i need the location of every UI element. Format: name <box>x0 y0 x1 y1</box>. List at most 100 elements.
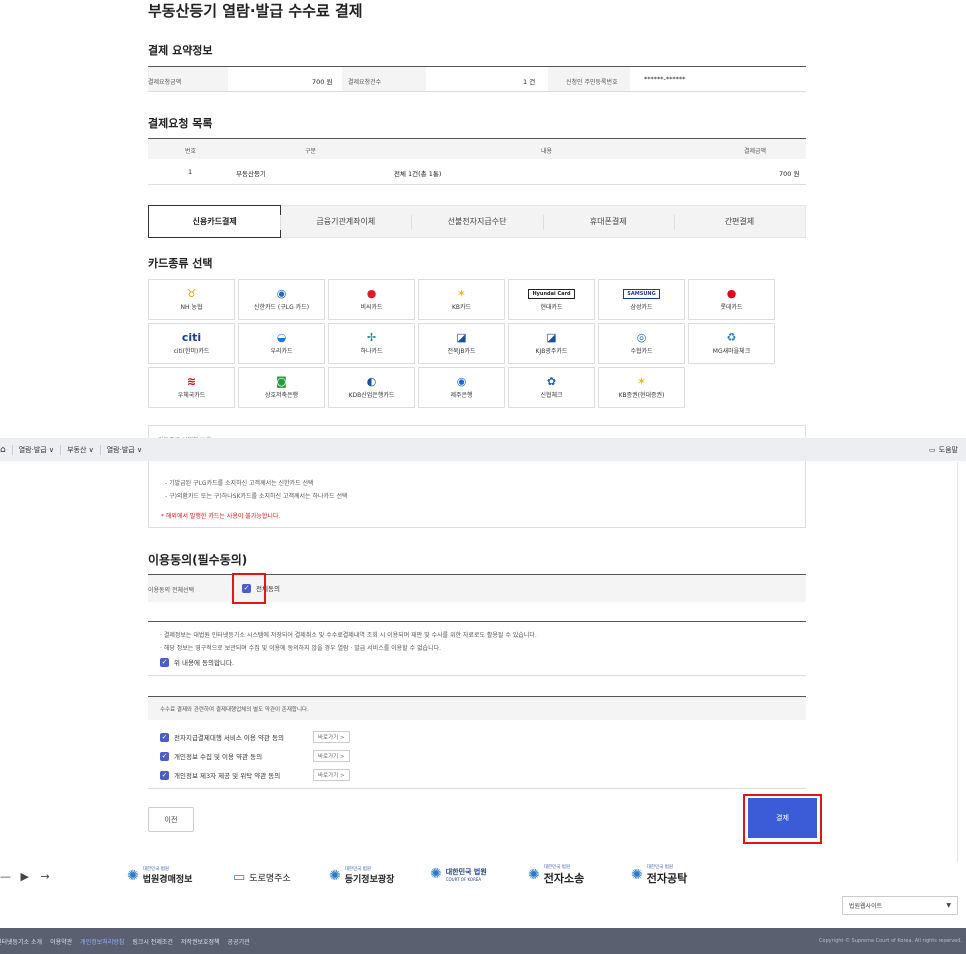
shinhan-icon: ◉ <box>276 287 287 300</box>
summary-count-label: 결제요청건수 <box>348 79 382 86</box>
col-amount: 결제금액 <box>744 148 767 155</box>
samsung-icon: SAMSUNG <box>623 288 660 299</box>
tab-bank-transfer[interactable]: 금융기관계좌이체 <box>280 206 411 237</box>
card-option[interactable]: ✶ KB카드 <box>418 279 505 320</box>
card-label: KB증권(현대증권) <box>618 392 665 399</box>
card-option[interactable]: Hyundai Card 현대카드 <box>508 279 595 320</box>
card-option[interactable]: ◙ 상호저축은행 <box>238 367 325 408</box>
card-label: 현대카드 <box>540 303 563 311</box>
breadcrumb-real-estate[interactable]: 부동산 ∨ <box>60 444 100 455</box>
breadcrumb-view-issue[interactable]: 열람·발급 ∨ <box>11 444 60 455</box>
tab-prepaid[interactable]: 선불전자지급수단 <box>411 206 542 237</box>
prev-button[interactable]: 이전 <box>148 807 194 832</box>
card-label: KDB산업은행카드 <box>348 392 395 399</box>
jb-icon: ◪ <box>456 331 467 344</box>
request-list-title: 결제요청 목록 <box>148 117 213 130</box>
footer-link-terms[interactable]: 이용약관 <box>50 937 72 946</box>
card-option[interactable]: ♉ NH 농협 <box>148 279 235 320</box>
citi-icon: citi <box>181 331 202 344</box>
term-3-goto-button[interactable]: 바로가기 > <box>313 769 350 781</box>
logo-e-deposit[interactable]: ✺ 대한민국 법원 전자공탁 <box>631 864 687 886</box>
card-option[interactable]: ✢ 하나카드 <box>328 323 415 364</box>
logo-e-litigation[interactable]: ✺ 대한민국 법원 전자소송 <box>528 864 584 886</box>
hyundai-icon: Hyundai Card <box>528 288 575 299</box>
pay-button[interactable]: 결제 <box>748 798 817 838</box>
term-3-row: ✓ 개인정보 제3자 제공 및 위탁 약관 동의 바로가기 > <box>160 769 350 781</box>
term-2-label: 개인정보 수집 및 이용 약관 동의 <box>174 753 263 761</box>
consent-all-label: 이용동의 전체선택 <box>148 587 195 594</box>
court-emblem-icon: ✺ <box>127 867 139 884</box>
tab-easy-pay[interactable]: 간편결제 <box>673 206 805 237</box>
court-site-select[interactable]: 법원웹사이트 ▼ <box>842 896 958 915</box>
card-option[interactable]: ◒ 우리카드 <box>238 323 325 364</box>
minus-icon[interactable]: — <box>0 870 11 883</box>
agree-checkbox[interactable]: ✓ 위 내용에 동의합니다. <box>160 657 234 667</box>
suhyup-icon: ◎ <box>636 331 647 344</box>
card-option[interactable]: ≋ 우체국카드 <box>148 367 235 408</box>
card-option[interactable]: ◪ 전북JB카드 <box>418 323 505 364</box>
footer-link-privacy[interactable]: 개인정보처리방침 <box>80 937 124 946</box>
card-option[interactable]: ✶ KB증권(현대증권) <box>598 367 685 408</box>
term-1-goto-button[interactable]: 바로가기 > <box>313 731 350 743</box>
consent-info-divider <box>148 621 806 622</box>
card-label: NH 농협 <box>180 304 203 311</box>
savings-icon: ◙ <box>276 375 287 388</box>
help-button[interactable]: ▭ 도움말 <box>929 445 966 455</box>
col-content: 내용 <box>541 148 553 155</box>
footer-link-link-policy[interactable]: 링크시 전제조건 <box>132 937 173 946</box>
kbsec-icon: ✶ <box>636 375 647 388</box>
logo-auction[interactable]: ✺ 대한민국 법원 법원경매정보 <box>127 866 192 885</box>
summary-id-label: 신청인 주민등록번호 <box>566 79 618 86</box>
card-label: 우체국카드 <box>177 392 206 399</box>
tab-mobile[interactable]: 휴대폰결제 <box>542 206 674 237</box>
card-option[interactable]: ● 롯데카드 <box>688 279 775 320</box>
card-section-title: 카드종류 선택 <box>148 257 213 270</box>
logo-e-deposit-text: 전자공탁 <box>646 872 688 885</box>
term-1-row: ✓ 전자지급결제대행 서비스 이용 약관 동의 바로가기 > <box>160 731 350 743</box>
card-option[interactable]: citi citi(한미)카드 <box>148 323 235 364</box>
card-label: 신협체크 <box>540 392 563 399</box>
card-label: 수협카드 <box>630 348 653 355</box>
breadcrumb-view-issue-2[interactable]: 열람·발급 ∨ <box>99 444 148 455</box>
scroll-track[interactable] <box>957 462 958 862</box>
summary-amount-value: 700 원 <box>312 78 333 86</box>
card-option[interactable]: ◎ 수협카드 <box>598 323 685 364</box>
tab-credit-card[interactable]: 신용카드결제 <box>148 205 282 238</box>
arrow-right-icon[interactable]: → <box>40 870 49 883</box>
footer-link-copyright-policy[interactable]: 저작권보호정책 <box>181 937 220 946</box>
logo-registry-data[interactable]: ✺ 대한민국 법원 등기정보광장 <box>329 866 394 885</box>
footer-link-about[interactable]: 인터넷등기소 소개 <box>0 937 42 946</box>
term-2-goto-button[interactable]: 바로가기 > <box>313 750 350 762</box>
card-option[interactable]: ● 비씨카드 <box>328 279 415 320</box>
notice-warning: * 해외에서 발행한 카드는 사용이 불가능합니다. <box>161 513 281 520</box>
home-icon[interactable]: ⌂ <box>0 445 12 455</box>
logo-road-address-text: 도로명주소 <box>249 874 291 884</box>
card-option[interactable]: ◐ KDB산업은행카드 <box>328 367 415 408</box>
logo-road-address[interactable]: ▭ 도로명주소 <box>233 870 291 885</box>
card-option[interactable]: ◉ 제주은행 <box>418 367 505 408</box>
card-option[interactable]: ◉ 신한카드 (구LG 카드) <box>238 279 325 320</box>
term-3-label: 개인정보 제3자 제공 및 위탁 약관 동의 <box>174 772 281 780</box>
summary-table: 결제요청금액 700 원 결제요청건수 1 건 신청인 주민등록번호 *****… <box>148 67 806 92</box>
card-option[interactable]: ◪ KJB광주카드 <box>508 323 595 364</box>
card-option[interactable]: SAMSUNG 삼성카드 <box>598 279 685 320</box>
card-grid: ♉ NH 농협 ◉ 신한카드 (구LG 카드) ● 비씨카드 ✶ KB카드 Hyundai Ca… <box>148 279 780 408</box>
check-icon[interactable]: ✓ <box>160 732 169 742</box>
play-icon[interactable]: ▶ <box>21 870 29 883</box>
row-amount: 700 원 <box>779 170 800 178</box>
card-label: 신한카드 (구LG 카드) <box>253 304 310 311</box>
check-icon: ✓ <box>160 657 169 667</box>
logo-court[interactable]: ✺ 대한민국 법원 COURT OF KOREA <box>430 866 487 882</box>
lotte-icon: ● <box>726 287 737 300</box>
mg-icon: ♻ <box>726 331 737 344</box>
check-icon[interactable]: ✓ <box>160 770 169 780</box>
col-number: 번호 <box>185 148 197 155</box>
check-icon[interactable]: ✓ <box>160 751 169 761</box>
card-option[interactable]: ✿ 신협체크 <box>508 367 595 408</box>
kdb-icon: ◐ <box>366 375 377 388</box>
card-option[interactable]: ♻ MG새마을체크 <box>688 323 775 364</box>
notice-line-2: - 구)외환카드 또는 구)하나SK카드를 소지하신 고객께서는 하나카드 선택 <box>165 493 348 500</box>
footer-link-public[interactable]: 공공기관 <box>228 937 250 946</box>
footer-bar: 인터넷등기소 소개 이용약관 개인정보처리방침 링크시 전제조건 저작권보호정책… <box>0 928 966 954</box>
shinhyup-icon: ✿ <box>546 375 557 388</box>
